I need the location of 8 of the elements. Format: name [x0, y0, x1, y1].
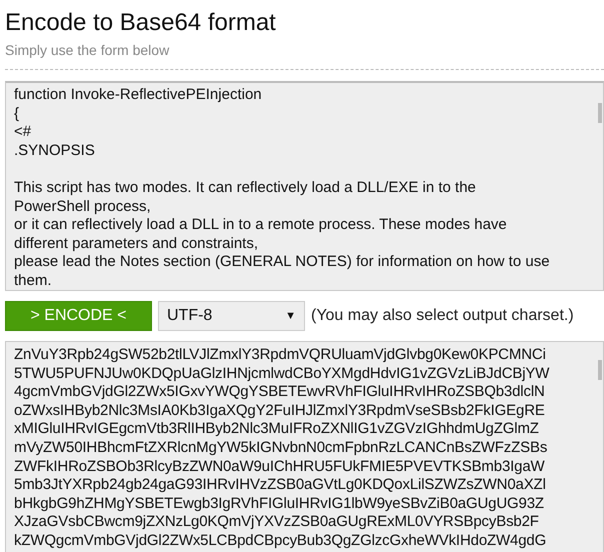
page-title: Encode to Base64 format [5, 8, 277, 37]
charset-hint: (You may also select output charset.) [311, 307, 574, 325]
page-subtitle: Simply use the form below [5, 41, 170, 60]
source-text-field[interactable]: function Invoke-ReflectivePEInjection { <# .SYNOPSIS This script has two modes. It can reflectively load a DLL/EXE in to the PowerShell process, or it can reflectively load a DLL in to a remote process. These modes have different parameters and constraints, please lead the Notes section (GENERAL NOTES) for information on how to use them. [5, 81, 604, 291]
result-text-field[interactable]: ZnVuY3Rpb24gSW52b2tlLVJlZmxlY3RpdmVQRUluamVjdGlvbg0Kew0KPCMNCi 5TWU5PUFNJUw0KDQpUaGlzIHNjcmlwdCBoYXMgdHdvIG1vZGVzLiBJdCBjYW 4gcmVmbGVjdGl2ZWx5IGxvYWQgYSBETEwvRVhFIGluIHRvIHRoZSBQb3dlclN oZWxsIHByb2Nlc3MsIA0Kb3IgaXQgY2FuIHJlZmxlY3RpdmVseSBsb2FkIGEgRE xMIGluIHRvIGEgcmVtb3RlIHByb2Nlc3MuIFRoZXNlIG1vZGVzIGhhdmUgZGlmZ mVyZW50IHBhcmFtZXRlcnMgYW5kIGNvbnN0cmFpbnRzLCANCnBsZWFzZSBs ZWFkIHRoZSBOb3RlcyBzZWN0aW9uIChHRU5FUkFMIE5PVEVTKSBmb3IgaW 5mb3JtYXRpb24gb24gaG93IHRvIHVzZSB0aGVtLg0KDQoxLilSZWZsZWN0aXZl bHkgbG9hZHMgYSBETEwgb3IgRVhFIGluIHRvIG1lbW9yeSBvZiB0aGUgUG93Z XJzaGVsbCBwcm9jZXNzLg0KQmVjYXVzZSB0aGUgRExML0VYRSBpcyBsb2F kZWQgcmVmbGVjdGl2ZWx5LCBpdCBpcyBub3QgZGlzcGxheWVkIHdoZW4gdG [5, 341, 604, 552]
charset-dropdown[interactable]: UTF-8 ▼ [158, 301, 305, 331]
scrollbar-thumb[interactable] [598, 103, 602, 123]
scrollbar-thumb[interactable] [598, 360, 602, 380]
